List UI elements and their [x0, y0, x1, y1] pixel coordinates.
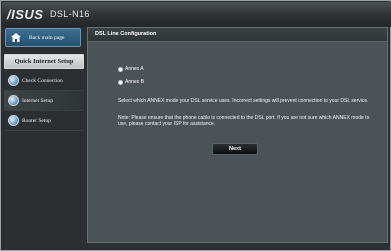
next-button[interactable]: Next [212, 143, 258, 155]
annex-note: Note: Please ensure that the phone cable… [118, 115, 370, 127]
annex-a-radio[interactable] [118, 66, 123, 72]
globe-icon [8, 95, 19, 106]
panel-header: DSL Line Configuration [88, 28, 387, 42]
globe-icon [8, 115, 19, 126]
globe-icon [8, 75, 19, 86]
sidebar-item-internet-setup[interactable]: Internet Setup [4, 91, 84, 111]
page-title: DSL Line Configuration [95, 31, 157, 37]
annex-b-radio[interactable] [118, 79, 123, 85]
router-setup-window: /ISUS DSL-N16 Back main page Quick Inter… [0, 0, 391, 251]
annex-b-label: Annex B [125, 79, 144, 85]
annex-description: Select which ANNEX mode your DSL service… [118, 98, 369, 104]
annex-a-option[interactable]: Annex A [118, 66, 144, 72]
app-header: /ISUS DSL-N16 [2, 2, 391, 27]
sidebar-item-label: Internet Setup [22, 97, 54, 104]
sidebar-item-router-setup[interactable]: Router Setup [4, 111, 84, 131]
back-main-page-label: Back main page [29, 34, 65, 41]
sidebar-item-check-connection[interactable]: Check Connection [4, 71, 84, 91]
model-name: DSL-N16 [50, 9, 90, 19]
sidebar-item-label: Router Setup [22, 117, 51, 124]
sidebar-item-label: Check Connection [22, 77, 63, 84]
home-icon [10, 32, 22, 43]
dsl-line-configuration-panel: DSL Line Configuration Annex A Annex B S… [87, 27, 388, 243]
back-main-page-button[interactable]: Back main page [5, 28, 81, 47]
quick-internet-setup-title: Quick Internet Setup [4, 54, 84, 69]
annex-b-option[interactable]: Annex B [118, 79, 144, 85]
annex-a-label: Annex A [125, 66, 144, 72]
asus-logo: /ISUS [7, 7, 44, 22]
